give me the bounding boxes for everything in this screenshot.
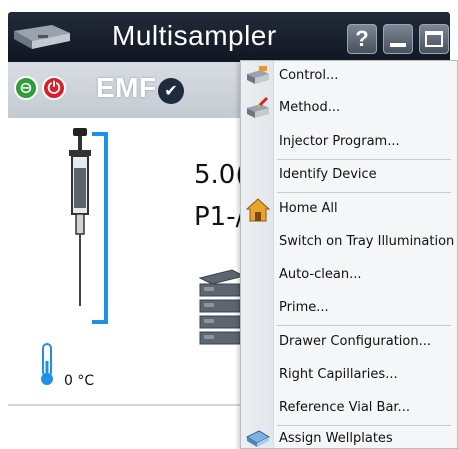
menu-item-control[interactable]: Control... xyxy=(241,62,458,92)
menu-item-label: Prime... xyxy=(279,300,329,315)
vial-position-readout: P1-/ xyxy=(194,202,245,232)
menu-item-method[interactable]: Method... xyxy=(241,94,458,124)
menu-item-label: Home All xyxy=(279,201,338,216)
injection-path-bracket xyxy=(92,132,108,324)
menu-item-label: Method... xyxy=(279,100,341,115)
maximize-icon xyxy=(425,31,443,47)
minimize-button[interactable] xyxy=(383,24,413,54)
standby-icon[interactable]: ⊖ xyxy=(14,76,38,100)
menu-item-injector-program[interactable]: Injector Program... xyxy=(241,128,458,158)
emf-label: EMF xyxy=(96,72,157,103)
menu-item-label: Injector Program... xyxy=(279,134,400,149)
title-bar: Multisampler ? xyxy=(8,12,450,62)
menu-item-label: Right Capillaries... xyxy=(279,367,398,382)
window-title: Multisampler xyxy=(112,20,277,51)
menu-item-label: Assign Wellplates xyxy=(279,431,393,446)
menu-item-assign-wellplates[interactable]: Assign Wellplates xyxy=(241,427,458,449)
power-icon[interactable]: ⏻ xyxy=(42,76,66,100)
menu-item-label: Auto-clean... xyxy=(279,267,362,282)
menu-item-label: Reference Vial Bar... xyxy=(279,400,410,415)
control-icon xyxy=(247,66,269,84)
maximize-button[interactable] xyxy=(419,24,449,54)
thermometer-icon xyxy=(41,343,53,385)
menu-item-home-all[interactable]: Home All xyxy=(241,195,458,225)
method-icon xyxy=(247,96,269,118)
sampler-logo-icon xyxy=(14,25,70,49)
help-button[interactable]: ? xyxy=(347,24,377,54)
menu-item-auto-clean[interactable]: Auto-clean... xyxy=(241,261,458,291)
minimize-icon xyxy=(390,43,406,47)
sample-tray-icon xyxy=(198,269,246,345)
menu-separator xyxy=(277,325,451,326)
menu-item-prime[interactable]: Prime... xyxy=(241,294,458,324)
menu-item-identify-device[interactable]: Identify Device xyxy=(241,161,458,191)
wellplate-icon xyxy=(245,430,271,447)
home-icon xyxy=(245,198,271,222)
context-menu: Control... Method... Injector Program...… xyxy=(240,60,458,449)
menu-item-drawer-configuration[interactable]: Drawer Configuration... xyxy=(241,328,458,358)
temperature-readout: 0 °C xyxy=(64,373,95,389)
menu-separator xyxy=(277,425,451,426)
menu-separator xyxy=(277,192,451,193)
menu-item-label: Identify Device xyxy=(279,167,377,182)
menu-item-label: Control... xyxy=(279,68,339,83)
menu-item-reference-vial-bar[interactable]: Reference Vial Bar... xyxy=(241,394,458,424)
menu-item-label: Drawer Configuration... xyxy=(279,334,431,349)
injection-volume-readout: 5.0( xyxy=(194,160,246,190)
menu-separator xyxy=(277,159,451,160)
emf-ok-icon: ✔ xyxy=(158,78,184,104)
menu-item-tray-illumination[interactable]: Switch on Tray Illumination xyxy=(241,228,458,258)
menu-item-label: Switch on Tray Illumination xyxy=(279,234,455,249)
menu-item-right-capillaries[interactable]: Right Capillaries... xyxy=(241,361,458,391)
